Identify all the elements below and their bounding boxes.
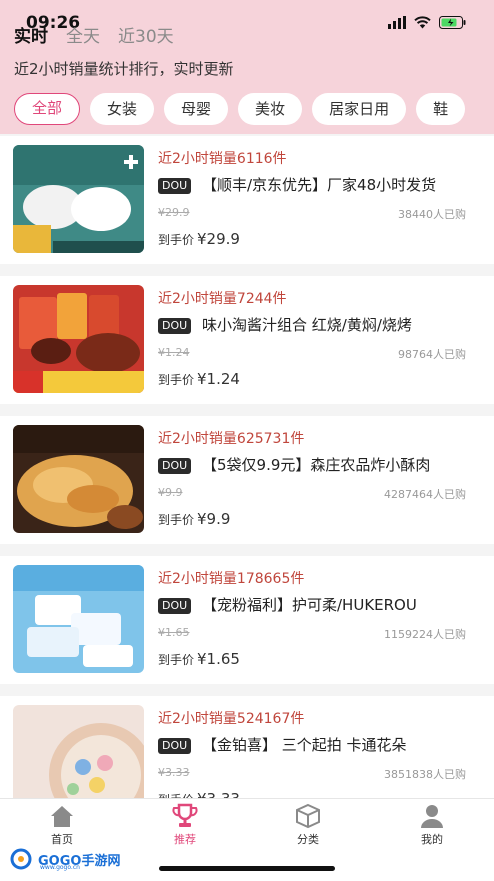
original-price: ¥29.9 [158,206,190,219]
buyers-count: 1159224人已购 [384,628,466,641]
final-price-label: 到手价 [158,373,195,387]
home-icon [51,806,73,827]
tab-all-day[interactable]: 全天 [66,22,100,47]
tab-realtime[interactable]: 实时 [14,22,48,47]
product-image[interactable] [13,145,144,253]
nav-recommend[interactable]: 推荐 [145,803,225,847]
buyers-count: 38440人已购 [398,208,466,221]
final-price-value: ¥29.9 [197,230,240,248]
sales-count: 近2小时销量524167件 [158,711,305,727]
original-price: ¥1.24 [158,346,190,359]
buyers-count: 98764人已购 [398,348,466,361]
product-title[interactable]: 【宠粉福利】护可柔/HUKEROU [202,594,467,615]
final-price: 到手价 ¥9.9 [158,510,230,528]
sales-count: 近2小时销量625731件 [158,431,305,447]
buyers-count: 4287464人已购 [384,488,466,501]
product-list: 近2小时销量6116件 DOU 【顺丰/京东优先】厂家48小时发货 ¥29.9 … [0,136,494,836]
dou-badge: DOU [158,738,192,754]
dou-badge: DOU [158,178,192,194]
dou-badge: DOU [158,318,192,334]
trophy-icon [172,803,198,827]
signal-icon [388,16,406,29]
sales-count: 近2小时销量178665件 [158,571,305,587]
category-household[interactable]: 居家日用 [312,93,407,125]
category-shoes[interactable]: 鞋 [416,93,466,125]
final-price: 到手价 ¥29.9 [158,230,240,248]
buyers-count: 3851838人已购 [384,768,466,781]
final-price: 到手价 ¥1.24 [158,370,240,388]
nav-category[interactable]: 分类 [268,803,348,847]
ranking-subtitle: 近2小时销量统计排行，实时更新 [14,60,234,78]
final-price-label: 到手价 [158,513,195,527]
dou-badge: DOU [158,598,192,614]
product-image[interactable] [13,705,144,813]
nav-home[interactable]: 首页 [22,803,102,847]
final-price: 到手价 ¥1.65 [158,650,240,668]
final-price-value: ¥9.9 [197,510,231,528]
category-all[interactable]: 全部 [14,93,81,125]
product-card[interactable]: 近2小时销量625731件 DOU 【5袋仅9.9元】森庄农品炸小酥肉 ¥9.9… [0,416,494,544]
product-title[interactable]: 【金铂喜】 三个起拍 卡通花朵 [202,734,467,755]
product-title[interactable]: 【顺丰/京东优先】厂家48小时发货 [202,174,467,195]
nav-category-label: 分类 [297,833,319,846]
product-card[interactable]: 近2小时销量7244件 DOU 味小淘酱汁组合 红烧/黄焖/烧烤 ¥1.24 9… [0,276,494,404]
dou-badge: DOU [158,458,192,474]
period-tabs: 实时 全天 近30天 [14,22,174,47]
category-womenswear[interactable]: 女装 [90,93,155,125]
final-price-value: ¥1.65 [197,650,240,668]
box-icon [296,803,320,829]
product-title[interactable]: 味小淘酱汁组合 红烧/黄焖/烧烤 [202,314,467,335]
product-image[interactable] [13,565,144,673]
nav-mine[interactable]: 我的 [392,803,472,847]
product-card[interactable]: 近2小时销量178665件 DOU 【宠粉福利】护可柔/HUKEROU ¥1.6… [0,556,494,684]
nav-recommend-label: 推荐 [174,833,196,846]
final-price-value: ¥1.24 [197,370,240,388]
final-price-label: 到手价 [158,233,195,247]
user-icon [421,805,443,828]
watermark-logo-icon [10,848,32,870]
nav-home-label: 首页 [51,833,73,846]
category-beauty[interactable]: 美妆 [238,93,303,125]
original-price: ¥9.9 [158,486,183,499]
home-indicator[interactable] [159,866,335,871]
product-title[interactable]: 【5袋仅9.9元】森庄农品炸小酥肉 [202,454,467,475]
original-price: ¥1.65 [158,626,190,639]
sales-count: 近2小时销量6116件 [158,151,287,167]
tab-30-days[interactable]: 近30天 [118,22,174,47]
original-price: ¥3.33 [158,766,190,779]
watermark: GOGO手游网 www.gogo.cn [10,848,120,871]
battery-icon [439,16,466,29]
wifi-icon [414,16,431,29]
product-image[interactable] [13,285,144,393]
sales-count: 近2小时销量7244件 [158,291,287,307]
final-price-label: 到手价 [158,653,195,667]
status-icons [388,16,466,29]
watermark-url: www.gogo.cn [40,864,80,871]
category-filter: 全部 女装 母婴 美妆 居家日用 鞋 [14,93,466,125]
product-image[interactable] [13,425,144,533]
nav-mine-label: 我的 [421,833,443,846]
product-card[interactable]: 近2小时销量6116件 DOU 【顺丰/京东优先】厂家48小时发货 ¥29.9 … [0,136,494,264]
category-mother-baby[interactable]: 母婴 [164,93,229,125]
